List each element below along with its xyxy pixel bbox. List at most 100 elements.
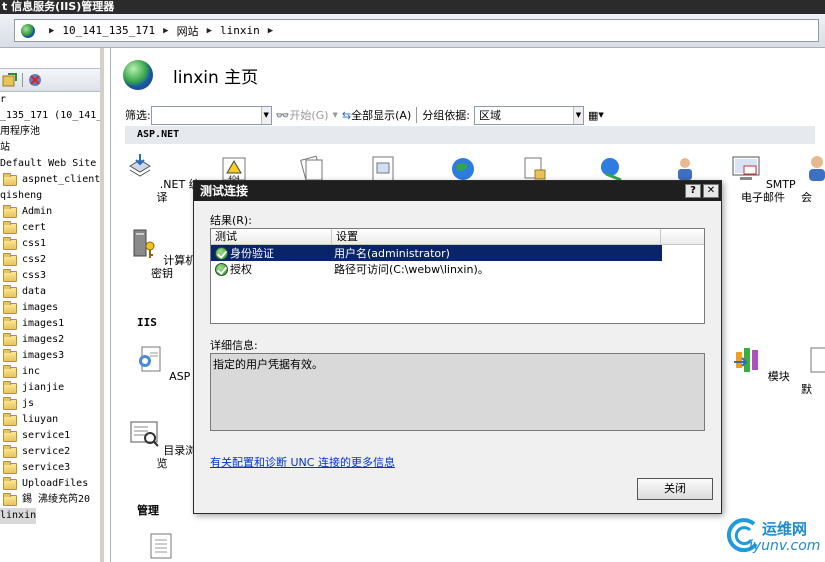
page-title: linxin 主页 <box>123 58 258 92</box>
feature-label: 会 <box>801 191 812 204</box>
group-by-select[interactable]: 区域 ▼ <box>473 105 584 125</box>
tree-item-folder[interactable]: css3 <box>0 268 100 284</box>
breadcrumb[interactable]: ▶ 10_141_135_171 ▶ 网站 ▶ linxin ▶ <box>14 19 819 42</box>
user-icon <box>809 156 825 181</box>
tree-item-server[interactable]: _135_171 (10_141_ <box>0 108 100 124</box>
column-header-setting[interactable]: 设置 <box>332 229 661 244</box>
tree-item-folder[interactable]: data <box>0 284 100 300</box>
tree-item-sites[interactable]: 站 <box>0 140 100 156</box>
folder-icon <box>3 348 17 362</box>
breadcrumb-site[interactable]: linxin <box>220 24 260 37</box>
feature-label: 目录浏览 <box>156 444 197 470</box>
tree-item-folder[interactable]: aspnet_client <box>0 172 100 188</box>
feature-cut-right-2[interactable]: 默 <box>801 344 825 396</box>
go-button[interactable]: 开始(G) <box>289 107 328 123</box>
tree-item-folder[interactable]: images2 <box>0 332 100 348</box>
folder-icon <box>3 172 17 186</box>
tree-item-folder[interactable]: css2 <box>0 252 100 268</box>
tree-item-folder[interactable]: inc <box>0 364 100 380</box>
details-label: 详细信息: <box>210 339 258 352</box>
close-button[interactable]: 关闭 <box>637 478 713 500</box>
filter-bar: 筛选: ▼ 👓 开始(G) ▼ ⇆ 全部显示(A) 分组依据: 区域 ▼ ▦ ▼ <box>125 104 825 126</box>
feature-net-compile[interactable]: .NET 编译 <box>124 152 200 204</box>
tree-item-folder[interactable]: 錫 沸绫充笍20 <box>0 492 100 508</box>
connect-icon[interactable] <box>2 72 18 88</box>
watermark-name: 运维网 <box>762 520 808 538</box>
feature-machine-key[interactable]: 计算机密钥 <box>124 228 200 280</box>
tree-item-folder[interactable]: UploadFiles <box>0 476 100 492</box>
feature-asp[interactable]: ASP <box>124 344 200 383</box>
tree-item-folder[interactable]: service2 <box>0 444 100 460</box>
feature-label: 默 <box>801 383 812 396</box>
result-setting: 路径可访问(C:\webw\linxin)。 <box>334 263 489 276</box>
folder-icon <box>3 268 17 282</box>
view-icon[interactable]: ▦ <box>588 109 598 122</box>
disconnect-icon[interactable] <box>27 72 43 88</box>
tree-item-folder[interactable]: images3 <box>0 348 100 364</box>
tree-item-site[interactable]: qisheng <box>0 188 100 204</box>
directory-browsing-icon <box>130 421 159 447</box>
breadcrumb-server[interactable]: 10_141_135_171 <box>62 24 155 37</box>
feature-cut-right[interactable]: 会 <box>801 152 825 204</box>
tree-item-app-pools[interactable]: 用程序池 <box>0 124 100 140</box>
globe-icon <box>123 60 153 90</box>
group-by-label: 分组依据: <box>422 109 470 122</box>
tree-item-folder[interactable]: service1 <box>0 428 100 444</box>
separator <box>416 107 418 123</box>
feature-modules[interactable]: 模块 <box>723 344 799 383</box>
help-button[interactable]: ? <box>685 184 701 198</box>
test-connection-dialog: 测试连接 ? ✕ 结果(R): 测试 设置 身份验证 用户名(administr… <box>193 180 722 514</box>
site-tree: r _135_171 (10_141_ 用程序池 站 Default Web S… <box>0 92 100 524</box>
tree-item-folder[interactable]: jianjie <box>0 380 100 396</box>
chevron-down-icon[interactable]: ▼ <box>260 106 271 124</box>
column-header-empty <box>661 229 704 244</box>
folder-icon <box>3 396 17 410</box>
folder-icon <box>3 284 17 298</box>
close-icon[interactable]: ✕ <box>703 184 719 198</box>
tree-item[interactable]: r <box>0 92 100 108</box>
chevron-down-icon[interactable]: ▼ <box>572 106 583 124</box>
tree-item-folder[interactable]: images <box>0 300 100 316</box>
result-row[interactable]: 授权 路径可访问(C:\webw\linxin)。 <box>211 261 704 277</box>
tree-item-selected-site[interactable]: linxin <box>0 508 100 524</box>
success-check-icon <box>215 246 228 260</box>
configuration-editor-icon[interactable] <box>148 532 174 560</box>
feature-smtp-email[interactable]: SMTP 电子邮件 <box>725 152 801 204</box>
window-title: t 信息服务(IIS)管理器 <box>0 0 825 14</box>
unc-help-link[interactable]: 有关配置和诊断 UNC 连接的更多信息 <box>210 454 395 470</box>
folder-icon <box>3 492 17 506</box>
tree-item-folder[interactable]: Admin <box>0 204 100 220</box>
tree-item-folder[interactable]: cert <box>0 220 100 236</box>
asp-icon <box>138 346 161 372</box>
tree-item-folder[interactable]: service3 <box>0 460 100 476</box>
results-list[interactable]: 测试 设置 身份验证 用户名(administrator) 授权 路径可访问(C… <box>210 228 705 324</box>
column-header-test[interactable]: 测试 <box>211 229 332 244</box>
show-all-button[interactable]: 全部显示(A) <box>351 107 411 123</box>
result-row[interactable]: 身份验证 用户名(administrator) <box>211 245 704 261</box>
tree-item-folder[interactable]: js <box>0 396 100 412</box>
tree-item-folder[interactable]: css1 <box>0 236 100 252</box>
filter-input[interactable]: ▼ <box>150 105 272 125</box>
chevron-down-icon[interactable]: ▼ <box>598 111 603 119</box>
folder-icon <box>3 332 17 346</box>
folder-icon <box>3 444 17 458</box>
chevron-down-icon[interactable]: ▼ <box>333 111 338 119</box>
breadcrumb-sites[interactable]: 网站 <box>177 23 199 39</box>
folder-icon <box>3 412 17 426</box>
compile-icon <box>129 154 152 177</box>
globe-icon <box>21 23 35 38</box>
result-test: 授权 <box>230 263 252 276</box>
tree-item-folder[interactable]: images1 <box>0 316 100 332</box>
watermark-site: iyunv.com <box>749 538 821 554</box>
folder-icon <box>3 316 17 330</box>
dialog-titlebar[interactable]: 测试连接 ? ✕ <box>194 181 721 201</box>
watermark: 运维网 iyunv.com <box>722 514 825 560</box>
section-aspnet: ASP.NET <box>125 126 815 144</box>
tree-item-folder[interactable]: liuyan <box>0 412 100 428</box>
tree-item-default-site[interactable]: Default Web Site <box>0 156 100 172</box>
folder-icon <box>3 236 17 250</box>
binoculars-icon: 👓 <box>275 108 290 122</box>
feature-directory-browsing[interactable]: 目录浏览 <box>124 418 200 470</box>
result-test: 身份验证 <box>230 247 274 260</box>
folder-icon <box>3 380 17 394</box>
